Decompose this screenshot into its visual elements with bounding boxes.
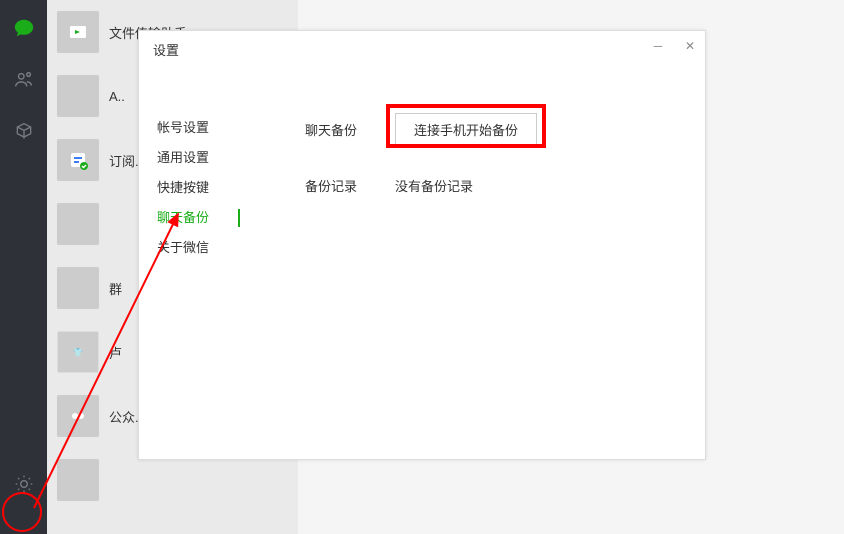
contacts-icon[interactable] — [12, 68, 36, 92]
left-navbar — [0, 0, 47, 534]
avatar-icon: 👕 — [57, 331, 99, 373]
chat-icon[interactable] — [12, 16, 36, 40]
settings-nav-general[interactable]: 通用设置 — [139, 143, 239, 173]
settings-icon[interactable] — [12, 472, 36, 496]
backup-record-label: 备份记录 — [305, 176, 395, 195]
chat-item-label: 卢 — [109, 343, 122, 362]
avatar-icon — [57, 459, 99, 501]
settings-nav-shortcut[interactable]: 快捷按键 — [139, 173, 239, 203]
backup-record-value: 没有备份记录 — [395, 176, 473, 195]
settings-nav-account[interactable]: 帐号设置 — [139, 113, 239, 143]
avatar-subscription-icon — [57, 139, 99, 181]
avatar-icon — [57, 267, 99, 309]
chat-item-label: 群 — [109, 279, 122, 298]
settings-nav-about[interactable]: 关于微信 — [139, 233, 239, 263]
settings-content: 聊天备份 连接手机开始备份 备份记录 没有备份记录 — [239, 67, 705, 459]
settings-dialog: 设置 ─ ✕ 帐号设置 通用设置 快捷按键 聊天备份 关于微信 聊天备份 连接手… — [138, 30, 706, 460]
avatar-file-transfer-icon — [57, 11, 99, 53]
settings-nav: 帐号设置 通用设置 快捷按键 聊天备份 关于微信 — [139, 67, 239, 459]
connect-phone-backup-button[interactable]: 连接手机开始备份 — [395, 113, 537, 146]
favorites-icon[interactable] — [12, 120, 36, 144]
avatar-icon — [57, 75, 99, 117]
close-button[interactable]: ✕ — [683, 39, 697, 53]
backup-row-label: 聊天备份 — [305, 120, 395, 139]
settings-header: 设置 ─ ✕ — [139, 31, 705, 67]
minimize-button[interactable]: ─ — [651, 39, 665, 53]
avatar-official-icon — [57, 395, 99, 437]
avatar-icon — [57, 203, 99, 245]
settings-title: 设置 — [153, 40, 179, 59]
chat-item-label: A.. — [109, 89, 125, 104]
settings-nav-backup[interactable]: 聊天备份 — [139, 203, 239, 233]
